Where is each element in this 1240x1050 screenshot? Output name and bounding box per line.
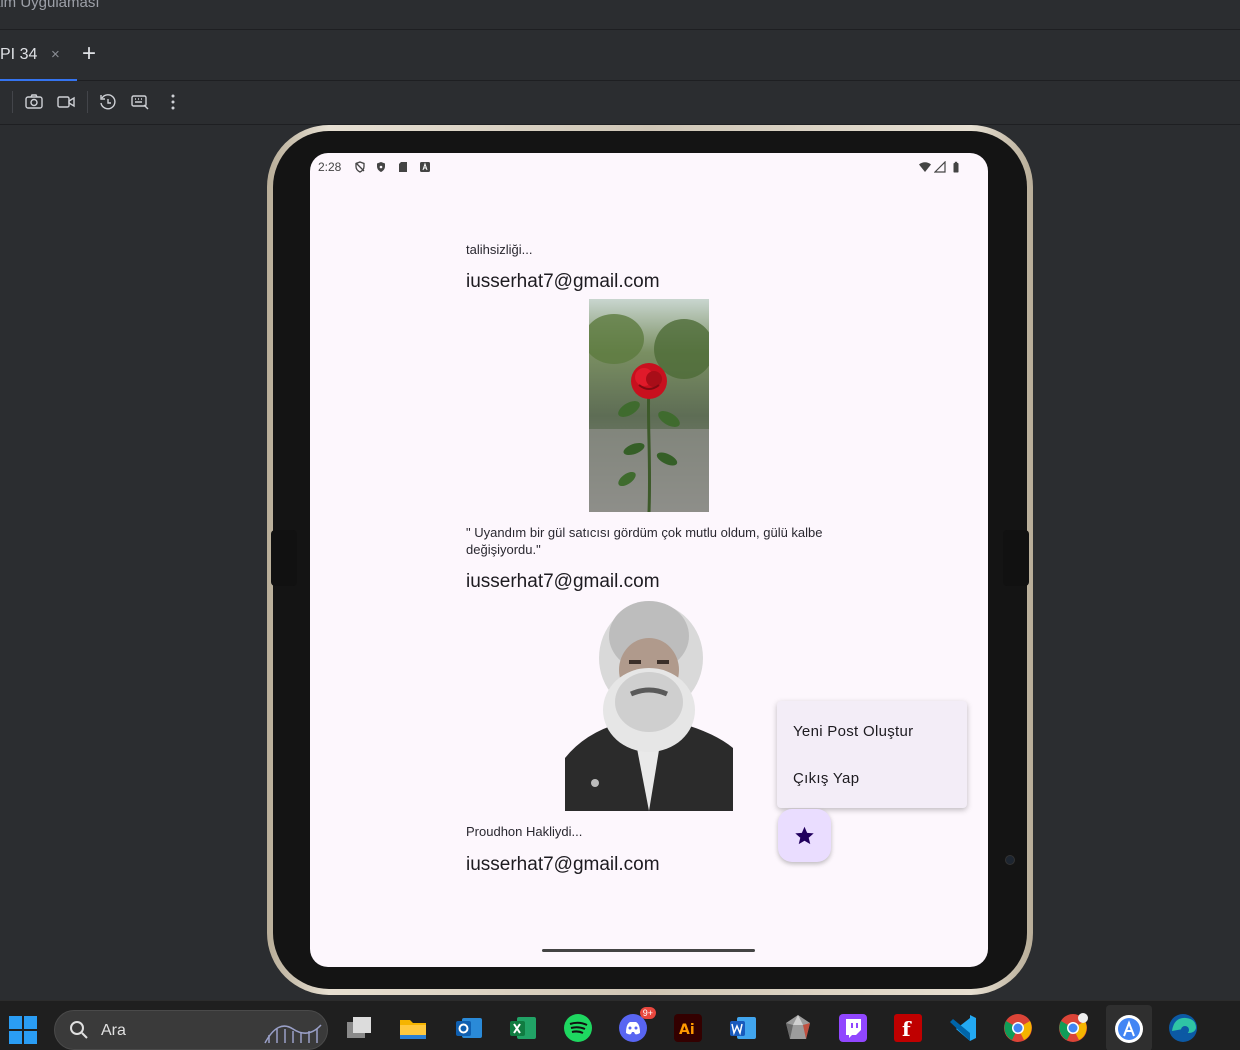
app-gem-icon[interactable] [783,1013,813,1043]
toolbar-divider [12,91,13,113]
shield-off-icon [354,161,366,173]
windows-taskbar: Ara 9+ Ai f [0,1000,1240,1050]
post-text: " Uyandım bir gül satıcısı gördüm çok mu… [466,525,823,557]
tab-label: PI 34 [0,46,38,63]
notification-badge: 9+ [639,1007,656,1019]
device-screen[interactable]: 2:28 talihsizliği... iusserhat7@gmail.co… [310,153,988,967]
svg-text:Ai: Ai [679,1022,695,1038]
app-a-icon [419,161,431,173]
post-text: talihsizliği... [466,242,533,257]
post-image-portrait[interactable] [565,598,733,811]
signal-icon [934,161,946,173]
window-title: alm Uygulaması [0,0,100,11]
wifi-icon [919,161,931,173]
android-studio-taskbar-item[interactable] [1106,1005,1152,1050]
fab-button[interactable] [778,809,831,862]
twitch-icon[interactable] [838,1013,868,1043]
tab-emulator[interactable]: PI 34 × [0,30,77,82]
hinge-left [271,530,297,586]
post-author-email: iusserhat7@gmail.com [466,271,660,292]
taskbar-search[interactable]: Ara [54,1010,328,1050]
camera-icon[interactable] [24,92,44,112]
post-text: Proudhon Hakliydi... [466,824,583,839]
chrome-icon[interactable] [1003,1013,1033,1043]
sd-card-icon [397,161,409,173]
fab-dropdown-menu: Yeni Post Oluştur Çıkış Yap [777,701,967,808]
outlook-icon[interactable] [454,1013,484,1043]
tab-close-icon[interactable]: × [51,46,60,63]
rotate-icon[interactable] [98,92,118,112]
ide-tab-bar: PI 34 × + [0,30,1240,82]
shield-icon [375,161,387,173]
spotify-icon[interactable] [563,1013,593,1043]
ide-title-bar: alm Uygulaması [0,0,1240,30]
edge-icon[interactable] [1168,1013,1198,1043]
status-time: 2:28 [318,160,342,174]
excel-icon[interactable] [508,1013,538,1043]
toolbar-divider [87,91,88,113]
menu-item-logout[interactable]: Çıkış Yap [793,770,859,787]
word-icon[interactable] [728,1013,758,1043]
add-tab-button[interactable]: + [82,42,102,66]
search-icon [69,1020,89,1040]
filezilla-icon[interactable]: f [893,1013,923,1043]
illustrator-icon[interactable]: Ai [673,1013,703,1043]
star-icon [795,826,814,845]
task-view-icon[interactable] [344,1013,374,1043]
post-author-email: iusserhat7@gmail.com [466,571,660,592]
battery-icon [950,161,962,173]
svg-text:f: f [902,1017,912,1041]
windows-start-icon[interactable] [8,1015,38,1045]
search-highlight-icon [263,1015,323,1047]
keyboard-icon[interactable] [130,92,150,112]
discord-icon[interactable]: 9+ [618,1007,656,1043]
chrome-profile-icon[interactable] [1058,1013,1088,1043]
file-explorer-icon[interactable] [398,1013,428,1043]
android-studio-icon [1115,1015,1143,1043]
status-bar: 2:28 [310,153,988,181]
vscode-icon[interactable] [948,1013,978,1043]
more-vert-icon[interactable] [163,92,183,112]
post-author-email: iusserhat7@gmail.com [466,854,660,875]
front-camera-icon [1005,855,1015,865]
search-placeholder: Ara [101,1022,126,1039]
gesture-navigation-bar[interactable] [542,949,755,952]
post-image-rose[interactable] [589,299,709,512]
emulator-toolbar [0,81,1240,125]
hinge-right [1003,530,1029,586]
video-icon[interactable] [56,92,76,112]
menu-item-new-post[interactable]: Yeni Post Oluştur [793,723,913,740]
